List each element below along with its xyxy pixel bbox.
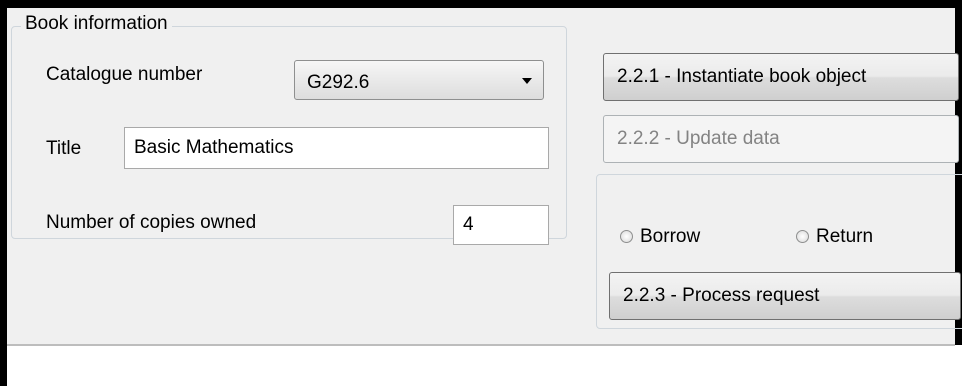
dropdown-arrow-icon[interactable]	[522, 78, 532, 84]
catalogue-number-value: G292.6	[307, 72, 370, 93]
copies-owned-label: Number of copies owned	[46, 212, 257, 233]
borrow-radio[interactable]: Borrow	[620, 224, 740, 248]
title-input[interactable]	[124, 127, 549, 169]
update-data-label: 2.2.2 - Update data	[617, 128, 780, 149]
book-information-title: Book information	[21, 13, 172, 35]
process-request-label: 2.2.3 - Process request	[623, 285, 820, 306]
process-request-button[interactable]: 2.2.3 - Process request	[609, 272, 961, 320]
frame-border-top	[0, 0, 962, 8]
instantiate-book-object-label: 2.2.1 - Instantiate book object	[617, 66, 867, 87]
return-radio-label: Return	[816, 226, 874, 247]
catalogue-number-label: Catalogue number	[46, 64, 203, 85]
return-radio[interactable]: Return	[796, 224, 916, 248]
return-radio-circle-icon[interactable]	[796, 230, 809, 243]
catalogue-number-dropdown[interactable]: G292.6	[294, 60, 544, 100]
borrow-radio-label: Borrow	[640, 226, 701, 247]
instantiate-book-object-button[interactable]: 2.2.1 - Instantiate book object	[603, 53, 959, 101]
borrow-radio-circle-icon[interactable]	[620, 230, 633, 243]
update-data-button[interactable]: 2.2.2 - Update data	[603, 115, 959, 163]
copies-owned-input[interactable]	[453, 205, 549, 245]
title-label: Title	[46, 138, 82, 159]
frame-border-left	[0, 0, 7, 386]
